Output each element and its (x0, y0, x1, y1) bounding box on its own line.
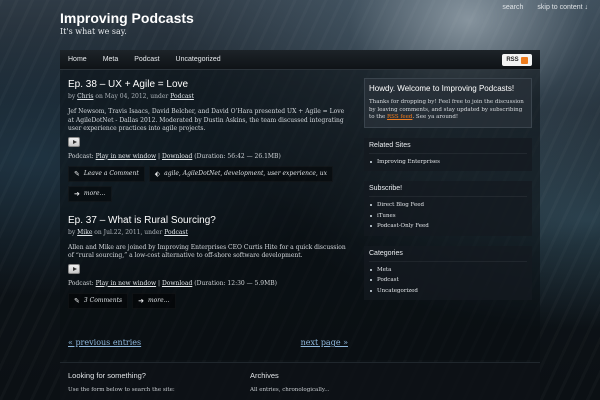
post: Ep. 37 – What is Rural Sourcing? by Mike… (68, 214, 353, 309)
post-category-link[interactable]: Podcast (170, 93, 194, 100)
welcome-widget: Howdy. Welcome to Improving Podcasts! Th… (364, 78, 532, 128)
meta-by: by (68, 93, 78, 100)
play-icon[interactable] (68, 136, 80, 147)
more-button[interactable]: ➜ more... (68, 185, 112, 202)
post-actions: ✎ 3 Comments ➜ more... (68, 292, 353, 309)
welcome-text-post: . See ya around! (412, 114, 459, 120)
content-column: Ep. 38 – UX + Agile = Love by Chris on M… (68, 78, 353, 309)
arrow-right-icon: ➜ (74, 189, 80, 198)
site-header: Improving Podcasts It's what we say. sea… (0, 0, 600, 50)
rss-button[interactable]: RSS (502, 54, 532, 66)
post-title[interactable]: Ep. 37 – What is Rural Sourcing? (68, 214, 353, 227)
podcast-prefix: Podcast: (68, 279, 96, 287)
comments-button[interactable]: ✎ Leave a Comment (68, 165, 145, 182)
more-button[interactable]: ➜ more... (132, 292, 177, 309)
category-link[interactable]: Uncategorized (369, 286, 527, 297)
post-author-link[interactable]: Mike (77, 229, 92, 236)
comments-label: 3 Comments (83, 297, 123, 304)
comments-label: Leave a Comment (83, 170, 139, 177)
site-tagline: It's what we say. (60, 27, 127, 36)
footer-search-title: Looking for something? (68, 371, 146, 380)
main-navigation: Home Meta Podcast Uncategorized RSS (60, 50, 540, 70)
podcast-line: Podcast: Play in new window | Download (… (68, 153, 353, 160)
footer-archives-desc: All entries, chronologically... (250, 387, 330, 393)
category-link[interactable]: Podcast (369, 275, 527, 286)
comments-button[interactable]: ✎ 3 Comments (68, 292, 129, 309)
subscribe-link[interactable]: Podcast-Only Feed (369, 221, 527, 232)
welcome-body: Thanks for dropping by! Feel free to joi… (369, 99, 526, 122)
post-meta: by Mike on Jul.22, 2011, under Podcast (68, 229, 353, 236)
main-area: Ep. 38 – UX + Agile = Love by Chris on M… (60, 70, 540, 360)
post-category-link[interactable]: Podcast (164, 229, 188, 236)
footer-archives-title: Archives (250, 371, 279, 380)
related-site-link[interactable]: Improving Enterprises (369, 157, 527, 168)
subscribe-link[interactable]: iTunes (369, 211, 527, 222)
category-link[interactable]: Meta (369, 265, 527, 276)
rss-label: RSS (506, 57, 519, 63)
nav-meta[interactable]: Meta (95, 50, 127, 70)
welcome-title: Howdy. Welcome to Improving Podcasts! (369, 84, 515, 93)
search-link[interactable]: search (502, 4, 523, 11)
nav-uncategorized[interactable]: Uncategorized (168, 50, 229, 70)
more-label: more... (83, 190, 106, 197)
post: Ep. 38 – UX + Agile = Love by Chris on M… (68, 78, 353, 202)
pagination: « previous entries next page » (68, 338, 348, 347)
related-sites-widget: Related Sites Improving Enterprises (364, 137, 532, 171)
duration: (Duration: 56:42 — 26.1MB) (192, 152, 281, 160)
play-new-window-link[interactable]: Play in new window (96, 280, 157, 287)
post-author-link[interactable]: Chris (77, 93, 93, 100)
download-link[interactable]: Download (162, 153, 192, 160)
subscribe-list: Direct Blog Feed iTunes Podcast-Only Fee… (369, 200, 527, 232)
categories-list: Meta Podcast Uncategorized (369, 265, 527, 297)
podcast-prefix: Podcast: (68, 152, 96, 160)
comment-icon: ✎ (74, 296, 80, 305)
widget-title: Related Sites (369, 142, 527, 154)
rss-feed-link[interactable]: RSS feed (387, 114, 412, 120)
play-icon[interactable] (68, 263, 80, 274)
nav-podcast[interactable]: Podcast (126, 50, 167, 70)
tag-icon: ⬖ (154, 169, 161, 178)
download-link[interactable]: Download (162, 280, 192, 287)
widget-title: Subscribe! (369, 185, 527, 197)
site-title[interactable]: Improving Podcasts (60, 10, 194, 26)
footer: Looking for something? Use the form belo… (60, 362, 540, 400)
footer-search-desc: Use the form below to search the site: (68, 387, 175, 393)
post-title[interactable]: Ep. 38 – UX + Agile = Love (68, 78, 353, 91)
tags-box[interactable]: ⬖ agile, AgileDotNet, development, user … (148, 165, 333, 182)
categories-widget: Categories Meta Podcast Uncategorized (364, 245, 532, 300)
tags-label: agile, AgileDotNet, development, user ex… (164, 170, 327, 177)
previous-entries-link[interactable]: « previous entries (68, 338, 141, 347)
meta-date: on May 04, 2012, under (93, 93, 171, 100)
subscribe-link[interactable]: Direct Blog Feed (369, 200, 527, 211)
post-body: Allen and Mike are joined by Improving E… (68, 243, 346, 260)
footer-search-col: Looking for something? Use the form belo… (68, 371, 175, 393)
post-body: Jef Newsom, Travis Isaacs, David Belcher… (68, 108, 345, 132)
top-links: search skip to content ↓ (502, 4, 588, 11)
subscribe-widget: Subscribe! Direct Blog Feed iTunes Podca… (364, 181, 532, 236)
sidebar: Howdy. Welcome to Improving Podcasts! Th… (364, 78, 532, 300)
footer-archives-col: Archives All entries, chronologically... (250, 371, 329, 393)
arrow-right-icon: ➜ (138, 296, 144, 305)
podcast-line: Podcast: Play in new window | Download (… (68, 280, 353, 287)
meta-date: on Jul.22, 2011, under (92, 228, 165, 236)
next-page-link[interactable]: next page » (301, 338, 348, 347)
nav-home[interactable]: Home (60, 50, 95, 70)
comment-icon: ✎ (74, 169, 80, 178)
skip-to-content-link[interactable]: skip to content ↓ (537, 4, 588, 11)
widget-title: Categories (369, 250, 527, 262)
post-actions: ✎ Leave a Comment ⬖ agile, AgileDotNet, … (68, 165, 353, 182)
duration: (Duration: 12:30 — 5.9MB) (192, 279, 277, 287)
meta-by: by (68, 228, 78, 236)
play-new-window-link[interactable]: Play in new window (96, 153, 157, 160)
post-meta: by Chris on May 04, 2012, under Podcast (68, 93, 353, 100)
more-label: more... (147, 297, 170, 304)
rss-icon (520, 56, 528, 64)
related-sites-list: Improving Enterprises (369, 157, 527, 168)
